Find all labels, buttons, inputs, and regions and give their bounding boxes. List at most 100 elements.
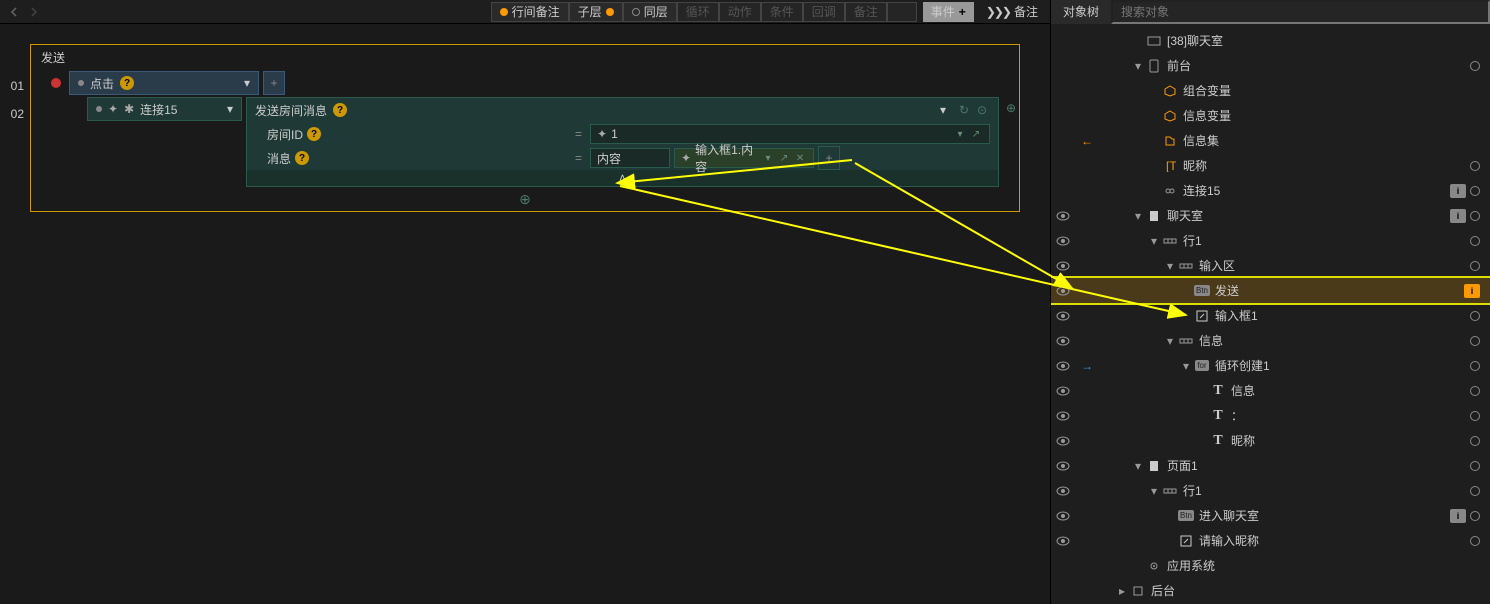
filter-blank[interactable] bbox=[887, 2, 917, 22]
search-input[interactable] bbox=[1111, 0, 1490, 24]
tree-item-18[interactable]: ▾行1 bbox=[1051, 478, 1490, 503]
action-more-icon[interactable]: ⊕ bbox=[1003, 97, 1019, 115]
node-type-icon bbox=[1129, 584, 1147, 598]
tree-item-17[interactable]: ▾页面1 bbox=[1051, 453, 1490, 478]
expander-icon[interactable]: ▸ bbox=[1115, 584, 1129, 598]
info-badge[interactable]: i bbox=[1450, 184, 1466, 198]
visibility-icon[interactable] bbox=[1051, 236, 1075, 246]
tree-item-3[interactable]: 信息变量 bbox=[1051, 103, 1490, 128]
tree-item-14[interactable]: T信息 bbox=[1051, 378, 1490, 403]
filter-same-layer[interactable]: 同层 bbox=[623, 2, 677, 22]
visibility-icon[interactable] bbox=[1051, 336, 1075, 346]
tree-item-7[interactable]: ▾聊天室i bbox=[1051, 203, 1490, 228]
add-action-row[interactable]: ⊕ bbox=[31, 187, 1019, 211]
status-circle bbox=[1470, 486, 1480, 496]
expander-icon[interactable]: ▾ bbox=[1147, 234, 1161, 248]
node-label: 组合变量 bbox=[1183, 82, 1480, 99]
status-circle bbox=[1470, 236, 1480, 246]
breakpoint-icon[interactable] bbox=[51, 78, 61, 88]
nav-forward-icon[interactable] bbox=[24, 2, 44, 22]
visibility-icon[interactable] bbox=[1051, 311, 1075, 321]
help-icon[interactable]: ? bbox=[120, 76, 134, 90]
tree-item-19[interactable]: Btn进入聊天室i bbox=[1051, 503, 1490, 528]
filter-remark[interactable]: 备注 bbox=[845, 2, 887, 22]
filter-callback[interactable]: 回调 bbox=[803, 2, 845, 22]
expand-icon[interactable]: ↗ bbox=[777, 151, 791, 165]
settings-icon[interactable]: ⊙ bbox=[974, 102, 990, 118]
param-room-id-input[interactable]: ✦ 1 ▾↗ bbox=[590, 124, 990, 144]
tree-item-22[interactable]: ▸后台 bbox=[1051, 578, 1490, 603]
remark-toggle[interactable]: ❯❯❯备注 bbox=[978, 2, 1046, 22]
visibility-icon[interactable] bbox=[1051, 361, 1075, 371]
chevron-down-icon[interactable]: ▾ bbox=[761, 151, 775, 165]
chevron-down-icon[interactable]: ▾ bbox=[244, 76, 250, 90]
expander-icon[interactable]: ▾ bbox=[1131, 459, 1145, 473]
filter-action[interactable]: 动作 bbox=[719, 2, 761, 22]
expander-icon[interactable]: ▾ bbox=[1163, 259, 1177, 273]
help-icon[interactable]: ? bbox=[295, 151, 309, 165]
collapse-button[interactable]: ˄ bbox=[247, 170, 998, 186]
node-type-icon bbox=[1177, 259, 1195, 273]
expand-icon[interactable]: ↗ bbox=[969, 127, 983, 141]
tree-item-11[interactable]: 输入框1 bbox=[1051, 303, 1490, 328]
node-label: 前台 bbox=[1167, 57, 1466, 74]
visibility-icon[interactable] bbox=[1051, 211, 1075, 221]
visibility-icon[interactable] bbox=[1051, 436, 1075, 446]
filter-condition[interactable]: 条件 bbox=[761, 2, 803, 22]
tree-item-13[interactable]: →▾for循环创建1 bbox=[1051, 353, 1490, 378]
param-message-expr[interactable]: ✦ 输入框1.内容 ▾↗✕ bbox=[674, 148, 814, 168]
tree-item-9[interactable]: ▾输入区 bbox=[1051, 253, 1490, 278]
filter-line-remark[interactable]: 行间备注 bbox=[491, 2, 569, 22]
expander-icon[interactable]: ▾ bbox=[1131, 209, 1145, 223]
visibility-icon[interactable] bbox=[1051, 386, 1075, 396]
add-event-button[interactable]: 事件+ bbox=[923, 2, 974, 22]
chevron-down-icon[interactable]: ▾ bbox=[227, 102, 233, 116]
nav-back-icon[interactable] bbox=[4, 2, 24, 22]
tree-item-0[interactable]: [38]聊天室 bbox=[1051, 28, 1490, 53]
visibility-icon[interactable] bbox=[1051, 411, 1075, 421]
tree-item-10[interactable]: Btn发送i bbox=[1051, 278, 1490, 303]
expander-icon[interactable]: ▾ bbox=[1163, 334, 1177, 348]
tree-item-15[interactable]: T： bbox=[1051, 403, 1490, 428]
expander-icon[interactable]: ▾ bbox=[1147, 484, 1161, 498]
trigger-click[interactable]: 点击? ▾ bbox=[69, 71, 259, 95]
tree-item-5[interactable]: [T]昵称 bbox=[1051, 153, 1490, 178]
help-icon[interactable]: ? bbox=[333, 103, 347, 117]
tree-item-21[interactable]: 应用系统 bbox=[1051, 553, 1490, 578]
chevron-down-icon[interactable]: ▾ bbox=[940, 103, 946, 117]
visibility-icon[interactable] bbox=[1051, 536, 1075, 546]
tree-item-20[interactable]: 请输入昵称 bbox=[1051, 528, 1490, 553]
info-badge[interactable]: i bbox=[1450, 209, 1466, 223]
status-circle bbox=[1470, 411, 1480, 421]
status-circle bbox=[1470, 436, 1480, 446]
visibility-icon[interactable] bbox=[1051, 486, 1075, 496]
tree-item-8[interactable]: ▾行1 bbox=[1051, 228, 1490, 253]
chevron-down-icon[interactable]: ▾ bbox=[953, 127, 967, 141]
tree-item-12[interactable]: ▾信息 bbox=[1051, 328, 1490, 353]
info-badge[interactable]: i bbox=[1464, 284, 1480, 298]
expander-icon[interactable]: ▾ bbox=[1131, 59, 1145, 73]
info-badge[interactable]: i bbox=[1450, 509, 1466, 523]
expander-icon[interactable]: ▾ bbox=[1179, 359, 1193, 373]
tree-item-16[interactable]: T昵称 bbox=[1051, 428, 1490, 453]
help-icon[interactable]: ? bbox=[307, 127, 321, 141]
node-type-icon: for bbox=[1193, 359, 1211, 373]
tree-item-2[interactable]: 组合变量 bbox=[1051, 78, 1490, 103]
add-trigger-button[interactable]: + bbox=[263, 71, 285, 95]
visibility-icon[interactable] bbox=[1051, 511, 1075, 521]
param-message-type[interactable]: 内容 bbox=[590, 148, 670, 168]
visibility-icon[interactable] bbox=[1051, 261, 1075, 271]
connect-target[interactable]: ✦ ✱ 连接15 ▾ bbox=[87, 97, 242, 121]
visibility-icon[interactable] bbox=[1051, 461, 1075, 471]
refresh-icon[interactable]: ↻ bbox=[956, 102, 972, 118]
tree-item-1[interactable]: ▾ 前台 bbox=[1051, 53, 1490, 78]
close-icon[interactable]: ✕ bbox=[793, 151, 807, 165]
tree-item-4[interactable]: ←信息集 bbox=[1051, 128, 1490, 153]
filter-child-layer[interactable]: 子层 bbox=[569, 2, 623, 22]
filter-loop[interactable]: 循环 bbox=[677, 2, 719, 22]
cursor-icon: ✦ bbox=[108, 102, 118, 116]
add-param-button[interactable]: + bbox=[818, 146, 840, 170]
tree-item-6[interactable]: 连接15i bbox=[1051, 178, 1490, 203]
object-tree-tab[interactable]: 对象树 bbox=[1051, 0, 1111, 24]
visibility-icon[interactable] bbox=[1051, 286, 1075, 296]
